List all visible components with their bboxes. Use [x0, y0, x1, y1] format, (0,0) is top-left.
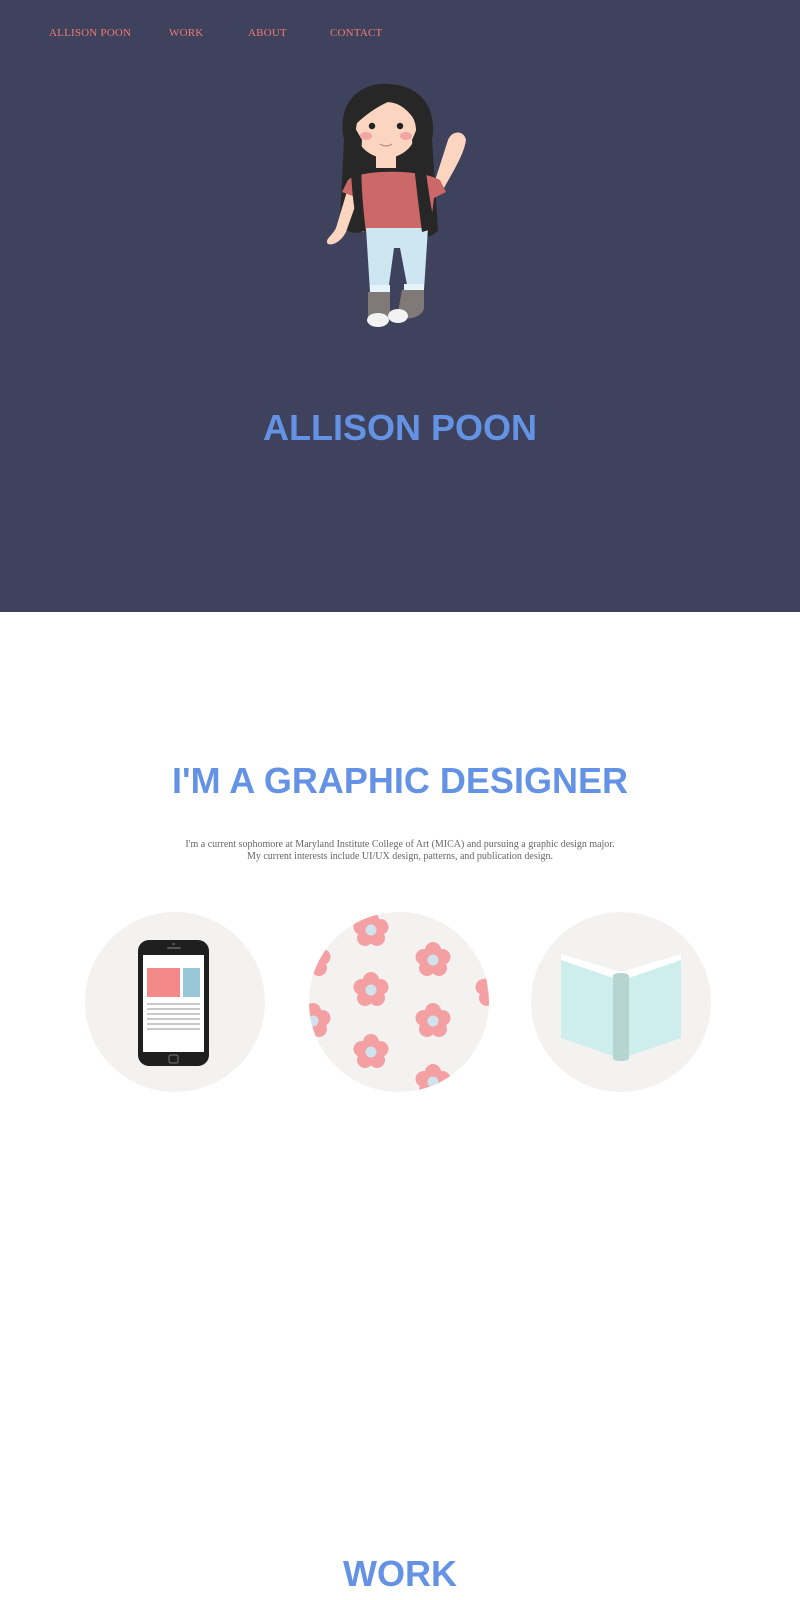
hero-title: ALLISON POON [262, 407, 537, 448]
about-title: I'M A GRAPHIC DESIGNER [172, 760, 628, 801]
interest-patterns [309, 912, 489, 1092]
main-nav: ALLISON POON WORK ABOUT CONTACT [0, 27, 800, 47]
interest-publication [531, 912, 711, 1092]
hero-section: ALLISON POON WORK ABOUT CONTACT ALLISON … [0, 0, 800, 612]
interest-uiux [85, 912, 265, 1092]
intro-line-2: My current interests include UI/UX desig… [246, 851, 554, 862]
smartphone-ui-icon [138, 940, 209, 1066]
girl-waving-illustration-icon [318, 80, 478, 340]
flower-pattern-icon [309, 912, 489, 1092]
nav-home-link[interactable]: ALLISON POON [49, 27, 131, 39]
nav-contact-link[interactable]: CONTACT [330, 27, 382, 39]
intro-line-1: I'm a current sophomore at Maryland Inst… [185, 839, 615, 850]
open-book-icon [561, 954, 681, 1061]
intro-text: I'm a current sophomore at Maryland Inst… [0, 839, 800, 863]
nav-about-link[interactable]: ABOUT [248, 27, 287, 39]
nav-work-link[interactable]: WORK [169, 27, 203, 39]
work-title: WORK [343, 1553, 457, 1594]
